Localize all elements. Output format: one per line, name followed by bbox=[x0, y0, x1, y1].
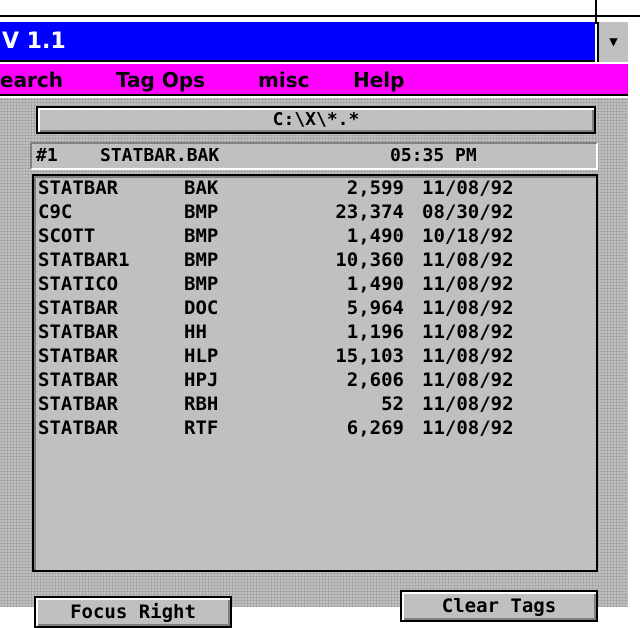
client-area: C:\X\*.* #1 STATBAR.BAK 05:35 PM STATBAR… bbox=[0, 98, 628, 628]
title-bar[interactable]: V 1.1 bbox=[0, 22, 595, 62]
file-name: C9C bbox=[38, 201, 73, 223]
file-date: 08/30/92 bbox=[422, 201, 514, 223]
list-item[interactable]: SCOTT BMP 1,490 10/18/92 bbox=[34, 224, 596, 248]
file-name: SCOTT bbox=[38, 225, 96, 247]
file-size: 6,269 bbox=[346, 417, 404, 439]
file-size: 1,490 bbox=[346, 225, 404, 247]
status-filename: STATBAR.BAK bbox=[100, 145, 220, 166]
path-button[interactable]: C:\X\*.* bbox=[36, 106, 596, 134]
file-date: 10/18/92 bbox=[422, 225, 514, 247]
list-item[interactable]: C9C BMP 23,374 08/30/92 bbox=[34, 200, 596, 224]
file-size: 2,599 bbox=[346, 177, 404, 199]
menu-search[interactable]: earch bbox=[0, 64, 63, 94]
file-ext: BMP bbox=[184, 273, 219, 295]
file-name: STATBAR bbox=[38, 369, 119, 391]
app-window: V 1.1 ▼ earch Tag Ops misc Help C:\X\*.*… bbox=[0, 22, 628, 628]
file-ext: BMP bbox=[184, 201, 219, 223]
list-item[interactable]: STATBAR RBH 52 11/08/92 bbox=[34, 392, 596, 416]
file-size: 52 bbox=[381, 393, 404, 415]
file-size: 1,490 bbox=[346, 273, 404, 295]
menu-help[interactable]: Help bbox=[353, 64, 404, 94]
file-date: 11/08/92 bbox=[422, 177, 514, 199]
file-name: STATBAR bbox=[38, 321, 119, 343]
file-name: STATBAR bbox=[38, 177, 119, 199]
file-ext: HLP bbox=[184, 345, 219, 367]
menu-misc[interactable]: misc bbox=[258, 64, 309, 94]
file-size: 10,360 bbox=[335, 249, 404, 271]
file-name: STATBAR bbox=[38, 297, 119, 319]
file-size: 1,196 bbox=[346, 321, 404, 343]
file-size: 5,964 bbox=[346, 297, 404, 319]
file-list[interactable]: STATBAR BAK 2,599 11/08/92 C9C BMP 23,37… bbox=[32, 174, 598, 572]
focus-right-button[interactable]: Focus Right bbox=[34, 596, 232, 628]
system-menu-button[interactable]: ▼ bbox=[597, 22, 628, 62]
file-ext: BMP bbox=[184, 249, 219, 271]
window-edge-line bbox=[0, 15, 640, 17]
file-ext: RBH bbox=[184, 393, 219, 415]
file-ext: RTF bbox=[184, 417, 219, 439]
file-ext: BMP bbox=[184, 225, 219, 247]
file-size: 2,606 bbox=[346, 369, 404, 391]
file-name: STATICO bbox=[38, 273, 119, 295]
menu-bar: earch Tag Ops misc Help bbox=[0, 64, 628, 96]
file-name: STATBAR bbox=[38, 345, 119, 367]
file-name: STATBAR bbox=[38, 393, 119, 415]
window-edge-divider bbox=[595, 0, 597, 24]
desktop-top bbox=[0, 0, 640, 24]
list-item[interactable]: STATBAR1 BMP 10,360 11/08/92 bbox=[34, 248, 596, 272]
file-size: 23,374 bbox=[335, 201, 404, 223]
file-date: 11/08/92 bbox=[422, 249, 514, 271]
file-date: 11/08/92 bbox=[422, 369, 514, 391]
menu-tag-ops[interactable]: Tag Ops bbox=[116, 64, 205, 94]
file-ext: HH bbox=[184, 321, 207, 343]
clear-tags-button[interactable]: Clear Tags bbox=[400, 590, 598, 622]
file-size: 15,103 bbox=[335, 345, 404, 367]
list-item[interactable]: STATBAR HPJ 2,606 11/08/92 bbox=[34, 368, 596, 392]
file-date: 11/08/92 bbox=[422, 417, 514, 439]
file-date: 11/08/92 bbox=[422, 345, 514, 367]
list-item[interactable]: STATICO BMP 1,490 11/08/92 bbox=[34, 272, 596, 296]
status-index: #1 bbox=[36, 145, 58, 166]
list-item[interactable]: STATBAR HH 1,196 11/08/92 bbox=[34, 320, 596, 344]
file-ext: HPJ bbox=[184, 369, 219, 391]
file-ext: DOC bbox=[184, 297, 219, 319]
list-item[interactable]: STATBAR BAK 2,599 11/08/92 bbox=[34, 176, 596, 200]
file-date: 11/08/92 bbox=[422, 273, 514, 295]
file-date: 11/08/92 bbox=[422, 393, 514, 415]
down-arrow-icon: ▼ bbox=[609, 34, 618, 50]
window-title: V 1.1 bbox=[2, 29, 66, 54]
file-name: STATBAR bbox=[38, 417, 119, 439]
status-time: 05:35 PM bbox=[390, 145, 477, 166]
list-item[interactable]: STATBAR RTF 6,269 11/08/92 bbox=[34, 416, 596, 440]
file-name: STATBAR1 bbox=[38, 249, 130, 271]
file-date: 11/08/92 bbox=[422, 321, 514, 343]
file-ext: BAK bbox=[184, 177, 219, 199]
status-bar: #1 STATBAR.BAK 05:35 PM bbox=[30, 142, 598, 170]
list-item[interactable]: STATBAR HLP 15,103 11/08/92 bbox=[34, 344, 596, 368]
list-item[interactable]: STATBAR DOC 5,964 11/08/92 bbox=[34, 296, 596, 320]
file-date: 11/08/92 bbox=[422, 297, 514, 319]
